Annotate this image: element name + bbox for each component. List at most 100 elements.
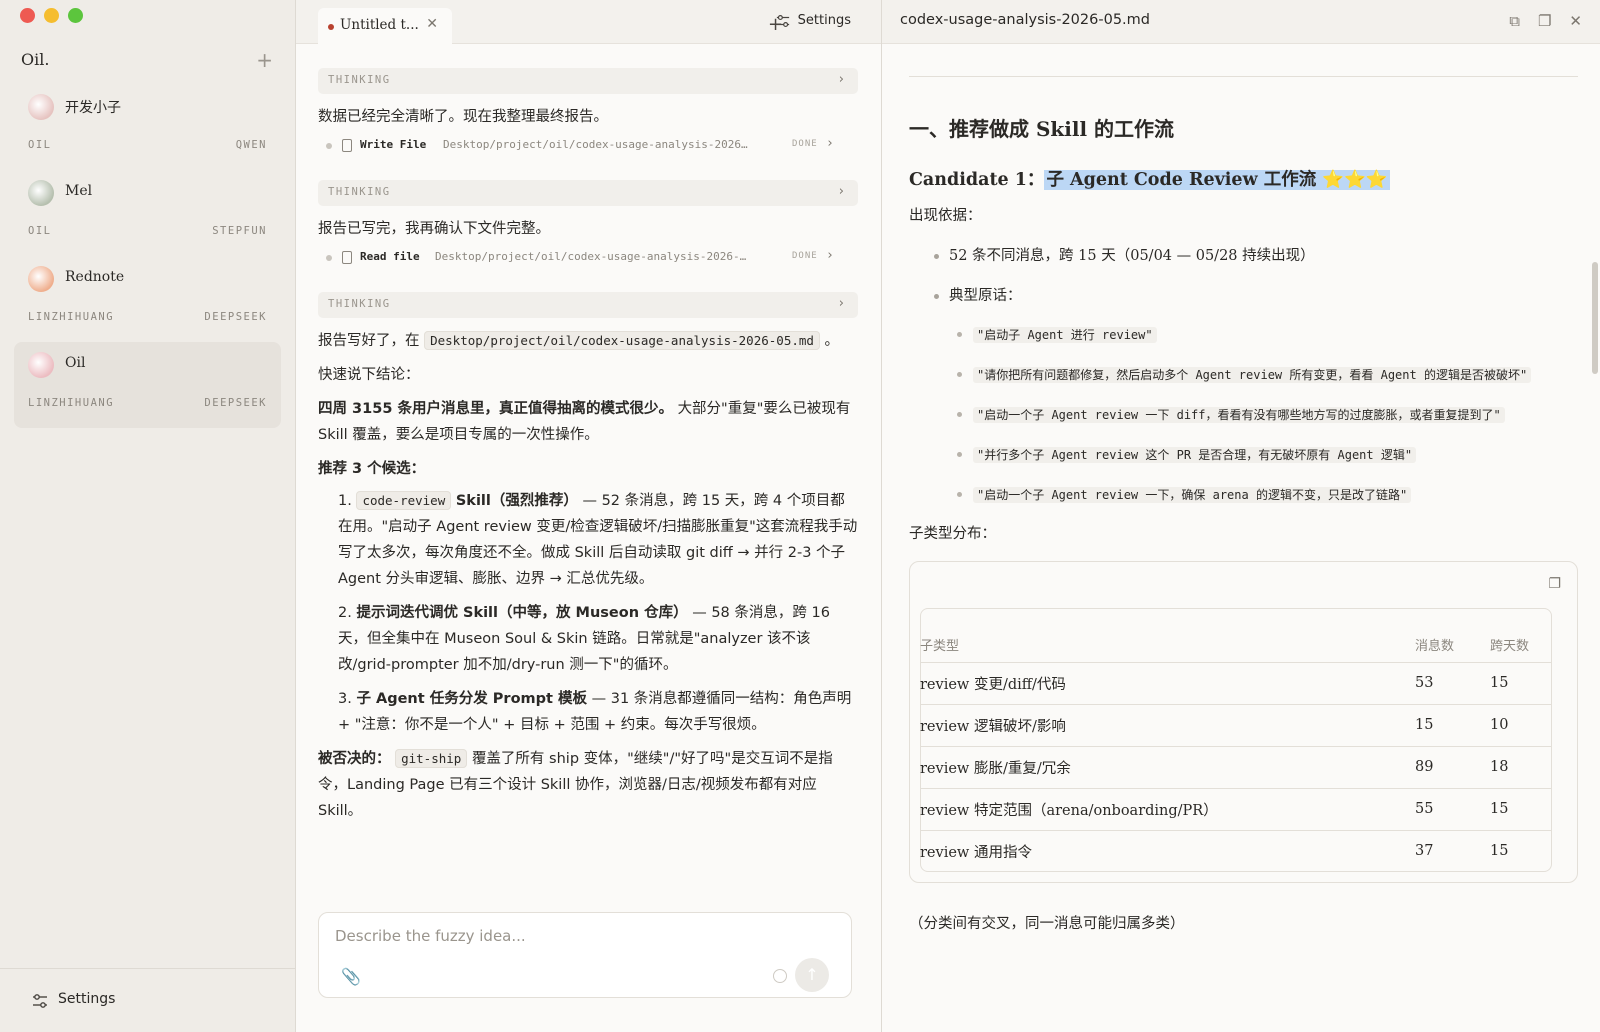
send-button[interactable]: ↑ bbox=[795, 958, 829, 992]
skill-code: git-ship bbox=[395, 749, 468, 768]
copy-icon[interactable]: ❐ bbox=[1538, 12, 1551, 30]
item-bold: 提示词迭代调优 Skill（中等，放 Museon 仓库） bbox=[356, 605, 688, 621]
skill-code: code-review bbox=[356, 491, 452, 510]
table-cell: 10 bbox=[1490, 704, 1552, 747]
thinking-toggle[interactable]: THINKING › bbox=[318, 68, 858, 94]
session-name: Rednote bbox=[65, 269, 125, 285]
tool-name: Read file bbox=[360, 250, 420, 263]
recommend-list: 1. code-review Skill（强烈推荐） — 52 条消息，跨 15… bbox=[318, 488, 858, 738]
chevron-right-icon: › bbox=[838, 296, 844, 311]
tool-path: Desktop/project/oil/codex-usage-analysis… bbox=[443, 138, 748, 151]
session-item[interactable]: Mel OIL STEPFUN bbox=[14, 170, 281, 256]
table-row: review 变更/diff/代码 53 15 bbox=[920, 662, 1552, 705]
list-item: 2. 提示词迭代调优 Skill（中等，放 Museon 仓库） — 58 条消… bbox=[338, 600, 858, 678]
quote-code: "并行多个子 Agent review 这个 PR 是否合理，有无破坏原有 Ag… bbox=[973, 447, 1417, 463]
tool-name: Write File bbox=[360, 138, 427, 151]
tab-untitled[interactable]: Untitled t... ✕ bbox=[318, 8, 452, 44]
quote-item: "并行多个子 Agent review 这个 PR 是否合理，有无破坏原有 Ag… bbox=[909, 441, 1578, 469]
quote-item: "启动一个子 Agent review 一下，确保 arena 的逻辑不变，只是… bbox=[909, 481, 1578, 509]
section-heading: 一、推荐做成 Skill 的工作流 bbox=[909, 117, 1175, 141]
list-item: 典型原话： bbox=[909, 283, 1578, 309]
file-icon bbox=[342, 251, 352, 264]
session-model-tag: QWEN bbox=[235, 139, 267, 151]
sidebar-settings-button[interactable]: Settings bbox=[0, 968, 295, 1032]
chevron-right-icon: › bbox=[838, 72, 844, 87]
session-item-active[interactable]: Oil LINZHIHUANG DEEPSEEK bbox=[14, 342, 281, 428]
avatar bbox=[28, 94, 54, 120]
tool-status: DONE bbox=[792, 251, 818, 261]
quote-code: "启动子 Agent 进行 review" bbox=[973, 327, 1157, 343]
assistant-message: 四周 3155 条用户消息里，真正值得抽离的模式很少。 大部分"重复"要么已被现… bbox=[318, 396, 858, 448]
table-card: ❐ 子类型 消息数 跨天数 review 变更/diff/代码 53 15 re… bbox=[909, 561, 1578, 883]
status-dot-icon bbox=[326, 143, 332, 149]
app-brand: Oil. bbox=[21, 50, 50, 69]
avatar bbox=[28, 352, 54, 378]
selected-text[interactable]: 子 Agent Code Review 工作流 ⭐⭐⭐ bbox=[1044, 170, 1390, 190]
table-row: review 逻辑破坏/影响 15 10 bbox=[920, 704, 1552, 747]
avatar bbox=[28, 180, 54, 206]
context-ring-icon bbox=[773, 969, 787, 983]
session-item[interactable]: Rednote LINZHIHUANG DEEPSEEK bbox=[14, 256, 281, 342]
close-tab-icon[interactable]: ✕ bbox=[426, 16, 438, 32]
document-scrollbar[interactable] bbox=[1592, 262, 1598, 374]
copy-table-icon[interactable]: ❐ bbox=[1548, 576, 1561, 592]
paperclip-icon[interactable]: 📎 bbox=[341, 967, 361, 986]
composer: Describe the fuzzy idea... 📎 ↑ bbox=[318, 912, 852, 998]
thinking-toggle[interactable]: THINKING › bbox=[318, 180, 858, 206]
composer-input[interactable]: Describe the fuzzy idea... bbox=[335, 927, 526, 945]
assistant-message: 报告已写完，我再确认下文件完整。 bbox=[318, 221, 550, 237]
list-number: 3. bbox=[338, 691, 352, 707]
session-list: 开发小子 OIL QWEN Mel OIL STEPFUN Rednote LI… bbox=[14, 84, 281, 428]
table-cell: 55 bbox=[1415, 788, 1490, 831]
document-filename: codex-usage-analysis-2026-05.md bbox=[900, 12, 1150, 28]
column-header: 跨天数 bbox=[1490, 608, 1552, 663]
distribution-label: 子类型分布： bbox=[909, 526, 996, 542]
zoom-window-button[interactable] bbox=[68, 8, 83, 23]
sliders-icon bbox=[776, 14, 789, 27]
session-model-tag: DEEPSEEK bbox=[204, 311, 267, 323]
table-cell: 18 bbox=[1490, 746, 1552, 789]
avatar bbox=[28, 266, 54, 292]
assistant-message: 被否决的： git-ship 覆盖了所有 ship 变体，"继续"/"好了吗"是… bbox=[318, 746, 858, 824]
tool-call-read-file[interactable]: Read file Desktop/project/oil/codex-usag… bbox=[318, 248, 858, 270]
table-cell: 53 bbox=[1415, 662, 1490, 705]
chat-settings-button[interactable]: Settings bbox=[776, 13, 851, 28]
item-bold: Skill（强烈推荐） bbox=[455, 493, 578, 509]
new-session-plus-icon[interactable]: + bbox=[256, 48, 273, 72]
footnote: （分类间有交叉，同一消息可能归属多类） bbox=[909, 916, 1185, 932]
column-header: 子类型 bbox=[920, 608, 1415, 663]
table-cell: 15 bbox=[1490, 662, 1552, 705]
close-icon[interactable]: ✕ bbox=[1569, 12, 1582, 30]
assistant-message: 数据已经完全清晰了。现在我整理最终报告。 bbox=[318, 109, 608, 125]
session-name: Mel bbox=[65, 183, 93, 199]
chat-pane: Untitled t... ✕ + Settings THINKING › 数据… bbox=[296, 0, 882, 1032]
minimize-window-button[interactable] bbox=[44, 8, 59, 23]
close-window-button[interactable] bbox=[20, 8, 35, 23]
candidate-label: Candidate 1： bbox=[909, 170, 1045, 190]
open-external-icon[interactable]: ⧉ bbox=[1509, 12, 1520, 30]
quote-code: "启动一个子 Agent review 一下，确保 arena 的逻辑不变，只是… bbox=[973, 487, 1412, 503]
table-row: review 特定范围（arena/onboarding/PR） 55 15 bbox=[920, 788, 1552, 831]
table-cell: 89 bbox=[1415, 746, 1490, 789]
table-cell: review 变更/diff/代码 bbox=[920, 662, 1415, 705]
chevron-right-icon: › bbox=[838, 184, 844, 199]
table-row: review 膨胀/重复/冗余 89 18 bbox=[920, 746, 1552, 789]
thinking-label: THINKING bbox=[328, 74, 391, 86]
file-path-code: Desktop/project/oil/codex-usage-analysis… bbox=[424, 331, 820, 350]
tool-call-write-file[interactable]: Write File Desktop/project/oil/codex-usa… bbox=[318, 136, 858, 158]
candidate-heading: Candidate 1：子 Agent Code Review 工作流 ⭐⭐⭐ bbox=[909, 166, 1578, 191]
session-model-tag: DEEPSEEK bbox=[204, 397, 267, 409]
session-item[interactable]: 开发小子 OIL QWEN bbox=[14, 84, 281, 170]
table-cell: 15 bbox=[1490, 843, 1509, 860]
assistant-message: 报告写好了，在 Desktop/project/oil/codex-usage-… bbox=[318, 328, 858, 354]
recommend-heading: 推荐 3 个候选： bbox=[318, 461, 426, 477]
settings-label: Settings bbox=[58, 991, 116, 1007]
chevron-right-icon: › bbox=[826, 248, 834, 263]
table-cell: review 通用指令 bbox=[920, 844, 1032, 861]
chat-tab-bar: Untitled t... ✕ + Settings bbox=[296, 0, 881, 44]
quote-item: "启动一个子 Agent review 一下 diff，看看有没有哪些地方写的过… bbox=[909, 401, 1578, 429]
summary-bold: 四周 3155 条用户消息里，真正值得抽离的模式很少。 bbox=[318, 401, 673, 417]
thinking-toggle[interactable]: THINKING › bbox=[318, 292, 858, 318]
session-owner-tag: OIL bbox=[28, 225, 52, 237]
session-owner-tag: LINZHIHUANG bbox=[28, 397, 115, 409]
